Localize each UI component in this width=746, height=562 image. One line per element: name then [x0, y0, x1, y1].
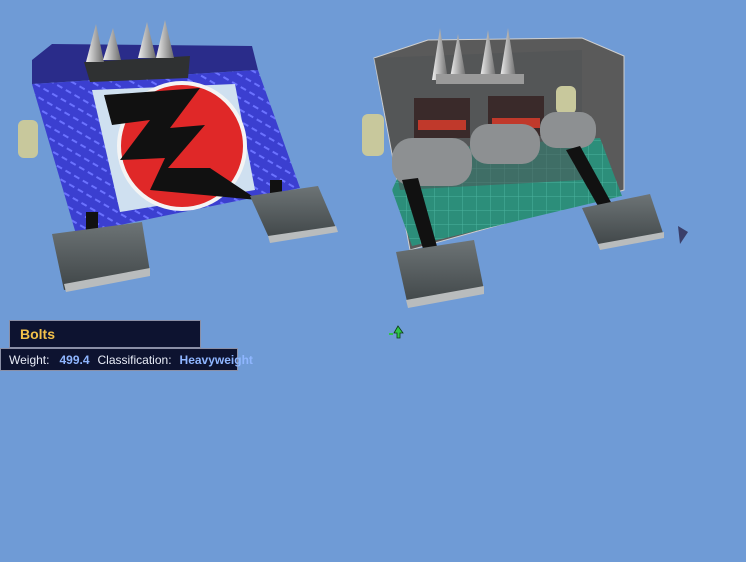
robot-3d-viewport[interactable]: [0, 0, 746, 562]
robot-name-panel: Bolts: [9, 320, 201, 348]
robot-name: Bolts: [20, 326, 55, 342]
weight-value: 499.4: [59, 352, 90, 367]
triangle-handle-icon[interactable]: [678, 226, 688, 244]
robot-stats-bar: Weight: 499.4 Classification: Heavyweigh…: [0, 348, 253, 371]
classification-value: Heavyweight: [179, 352, 253, 367]
weight-label: Weight:: [9, 352, 50, 367]
robot-exterior-model: [18, 20, 338, 292]
move-arrow-icon[interactable]: [389, 325, 404, 339]
classification-label: Classification:: [97, 352, 172, 367]
robot-interior-model: [362, 28, 664, 308]
